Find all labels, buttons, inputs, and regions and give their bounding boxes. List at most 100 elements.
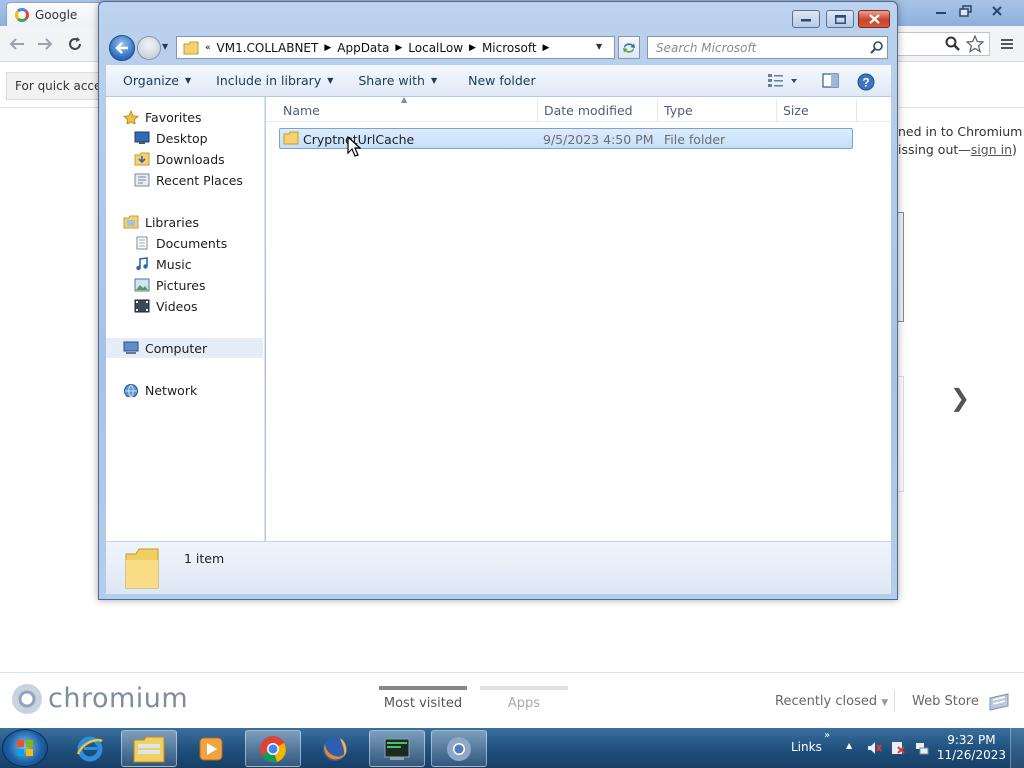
nav-favorites[interactable]: Favorites <box>123 107 201 127</box>
taskbar-command-app[interactable] <box>369 730 425 767</box>
nav-videos[interactable]: Videos <box>134 296 198 316</box>
taskbar-chromium[interactable] <box>431 730 487 767</box>
column-divider[interactable] <box>657 99 658 121</box>
item-count: 1 item <box>184 551 225 566</box>
documents-icon <box>136 236 148 250</box>
organize-label: Organize <box>123 73 179 88</box>
nav-desktop[interactable]: Desktop <box>134 128 208 148</box>
breadcrumb-locallow[interactable]: LocalLow <box>408 41 463 55</box>
column-header-date-modified[interactable]: Date modified <box>544 103 633 118</box>
svg-text:?: ? <box>862 76 869 90</box>
bookmark-star-button[interactable] <box>964 34 986 54</box>
chrome-back-button[interactable] <box>6 34 28 54</box>
recent-pages-dropdown[interactable]: ▼ <box>162 42 168 51</box>
chrome-reload-button[interactable] <box>64 34 86 54</box>
nav-network[interactable]: Network <box>123 380 197 400</box>
explorer-minimize-button[interactable] <box>792 10 820 28</box>
reload-icon <box>69 37 81 50</box>
file-row-cryptneturlcache[interactable]: CryptnetUrlCache 9/5/2023 4:50 PM File f… <box>279 128 853 149</box>
file-date-modified: 9/5/2023 4:50 PM <box>543 132 654 147</box>
chromium-icon <box>12 683 42 714</box>
chrome-search-button[interactable] <box>942 34 964 54</box>
nav-downloads[interactable]: Downloads <box>134 149 225 169</box>
recently-closed-menu[interactable]: Recently closed ▼ <box>775 694 888 709</box>
chrome-close-button[interactable] <box>984 2 1010 19</box>
volume-muted-icon[interactable] <box>866 740 882 756</box>
breadcrumb-separator-icon[interactable]: ▶ <box>395 43 402 53</box>
maximize-icon <box>834 14 846 24</box>
network-status-icon[interactable] <box>914 740 930 756</box>
column-divider[interactable] <box>856 99 857 121</box>
taskbar-media-player[interactable] <box>183 730 239 767</box>
chrome-restore-button[interactable] <box>953 2 979 19</box>
breadcrumb-separator-icon[interactable]: ▶ <box>543 43 550 53</box>
chrome-tab-google[interactable]: Google <box>6 2 102 26</box>
taskbar-chrome[interactable] <box>245 730 301 767</box>
column-header-size[interactable]: Size <box>783 103 809 118</box>
signin-line-1: ned in to Chromium <box>898 124 1023 139</box>
preview-pane-icon <box>822 73 839 88</box>
nav-music[interactable]: Music <box>134 254 192 274</box>
breadcrumb-appdata[interactable]: AppData <box>337 41 389 55</box>
chrome-menu-button[interactable] <box>996 34 1018 54</box>
chrome-forward-button[interactable] <box>34 34 56 54</box>
google-icon <box>15 7 29 22</box>
links-toolbar-label[interactable]: Links <box>791 740 822 754</box>
computer-icon <box>123 341 139 354</box>
column-divider[interactable] <box>537 99 538 121</box>
sort-ascending-icon: ▲ <box>401 95 408 104</box>
search-icon[interactable] <box>870 40 884 54</box>
breadcrumb-vm1-collabnet[interactable]: VM1.COLLABNET <box>217 41 319 55</box>
organize-menu-button[interactable]: Organize ▼ <box>106 65 208 97</box>
share-with-button[interactable]: Share with ▼ <box>350 65 454 97</box>
desktop-icon <box>134 131 150 144</box>
signin-link[interactable]: sign in <box>971 142 1012 157</box>
change-view-button[interactable] <box>768 73 798 87</box>
show-hidden-icons-button[interactable]: ▲ <box>846 741 852 750</box>
forward-arrow-icon <box>38 38 53 50</box>
taskbar-clock[interactable]: 9:32 PM 11/26/2023 <box>937 733 1006 763</box>
include-in-library-button[interactable]: Include in library ▼ <box>208 65 350 97</box>
search-input[interactable]: Search Microsoft <box>647 36 888 59</box>
taskbar-windows-explorer[interactable] <box>121 730 177 767</box>
web-store-link[interactable]: Web Store <box>912 694 979 709</box>
column-header-type[interactable]: Type <box>664 103 693 118</box>
nav-recent-places[interactable]: Recent Places <box>134 170 243 190</box>
breadcrumb-separator-icon[interactable]: ▶ <box>469 43 476 53</box>
breadcrumb-separator-icon[interactable]: ▶ <box>324 43 331 53</box>
chrome-minimize-button[interactable] <box>928 2 954 19</box>
explorer-close-button[interactable] <box>858 10 890 28</box>
taskbar-firefox[interactable] <box>307 730 363 767</box>
explorer-folder-icon <box>133 736 165 762</box>
chrome-tab-title: Google <box>35 7 78 22</box>
minimize-icon <box>936 11 946 14</box>
explorer-back-button[interactable] <box>109 35 135 61</box>
ntp-tab-most-visited[interactable]: Most visited <box>379 686 467 716</box>
column-divider[interactable] <box>776 99 777 121</box>
ntp-tab-apps[interactable]: Apps <box>480 686 568 716</box>
new-folder-label: New folder <box>468 73 536 88</box>
action-center-icon[interactable] <box>890 740 906 756</box>
address-history-dropdown[interactable]: ▼ <box>596 42 602 51</box>
nav-music-label: Music <box>156 256 192 272</box>
start-button[interactable] <box>2 729 48 767</box>
breadcrumb-microsoft[interactable]: Microsoft <box>482 41 537 55</box>
address-bar[interactable]: « VM1.COLLABNET ▶ AppData ▶ LocalLow ▶ M… <box>176 36 615 59</box>
nav-pictures[interactable]: Pictures <box>134 275 206 295</box>
help-button[interactable]: ? <box>857 73 875 91</box>
overflow-chevron-icon[interactable]: « <box>205 43 211 53</box>
show-desktop-button[interactable] <box>1010 728 1024 768</box>
refresh-button[interactable] <box>618 36 640 59</box>
nav-computer[interactable]: Computer <box>106 338 263 358</box>
new-folder-button[interactable]: New folder <box>454 65 553 97</box>
taskbar-internet-explorer[interactable] <box>62 730 118 767</box>
chrome-icon <box>260 735 286 762</box>
links-overflow-icon[interactable]: » <box>824 730 830 741</box>
explorer-maximize-button[interactable] <box>826 10 854 28</box>
nav-libraries[interactable]: Libraries <box>123 212 199 232</box>
column-header-name[interactable]: Name <box>283 103 320 118</box>
next-page-arrow[interactable]: ❯ <box>950 384 970 412</box>
preview-pane-button[interactable] <box>822 73 840 89</box>
explorer-forward-button[interactable] <box>137 36 161 60</box>
nav-documents[interactable]: Documents <box>134 233 227 253</box>
